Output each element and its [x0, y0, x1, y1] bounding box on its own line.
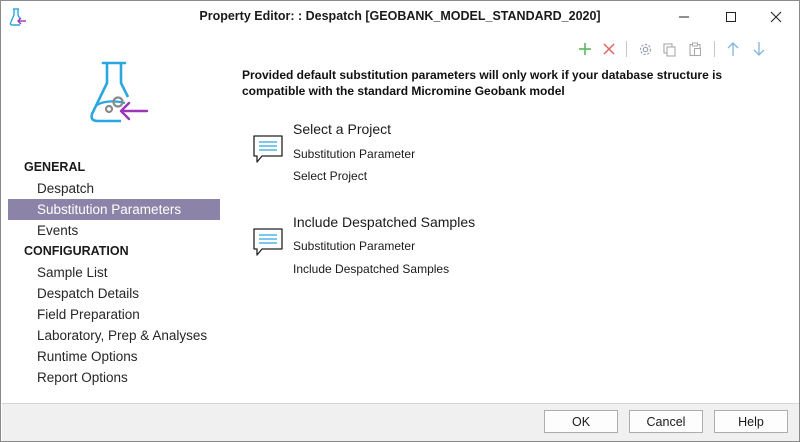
delete-button[interactable]	[599, 39, 619, 59]
sidebar-item-laboratory-prep-analyses[interactable]: Laboratory, Prep & Analyses	[8, 325, 220, 346]
param-type-label: Substitution Parameter	[293, 147, 416, 161]
move-up-button[interactable]	[723, 39, 743, 59]
param-value: Include Despatched Samples	[293, 262, 450, 276]
toolbar-separator	[714, 41, 715, 57]
close-button[interactable]	[753, 1, 799, 33]
help-button[interactable]: Help	[714, 410, 788, 433]
close-icon	[770, 11, 782, 23]
title-bar: Property Editor: : Despatch [GEOBANK_MOD…	[1, 1, 799, 33]
minimize-icon	[679, 16, 689, 18]
compatibility-notice: Provided default substitution parameters…	[242, 68, 723, 98]
copy-icon	[662, 42, 676, 57]
dialog-footer: OK Cancel Help	[2, 404, 799, 441]
ok-button[interactable]: OK	[544, 410, 618, 433]
comment-icon	[251, 133, 285, 165]
move-down-button[interactable]	[749, 39, 769, 59]
comment-icon	[251, 226, 285, 258]
add-icon	[579, 43, 591, 55]
sidebar-item-despatch[interactable]: Despatch	[8, 178, 220, 199]
minimize-button[interactable]	[661, 1, 707, 33]
param-select-project[interactable]: Select a Project Substitution Parameter …	[251, 121, 651, 191]
sidebar-item-sample-list[interactable]: Sample List	[8, 262, 220, 283]
arrow-down-icon	[753, 42, 765, 56]
add-button[interactable]	[575, 39, 595, 59]
nav-group-configuration: CONFIGURATION	[24, 244, 129, 258]
flask-logo-icon	[87, 59, 151, 129]
sidebar-item-runtime-options[interactable]: Runtime Options	[8, 346, 220, 367]
param-title: Select a Project	[293, 121, 392, 137]
settings-button[interactable]	[635, 39, 655, 59]
param-type-label: Substitution Parameter	[293, 239, 416, 253]
settings-icon	[639, 43, 651, 55]
paste-button[interactable]	[685, 39, 705, 59]
cancel-button[interactable]: Cancel	[629, 410, 703, 433]
sidebar-item-report-options[interactable]: Report Options	[8, 367, 220, 388]
sidebar-item-events[interactable]: Events	[8, 220, 220, 241]
paste-icon	[688, 42, 701, 56]
sidebar-nav: GENERAL Despatch Substitution Parameters…	[8, 157, 220, 388]
sidebar-item-despatch-details[interactable]: Despatch Details	[8, 283, 220, 304]
delete-icon	[603, 43, 615, 55]
maximize-icon	[726, 12, 736, 22]
maximize-button[interactable]	[708, 1, 754, 33]
sidebar-item-substitution-parameters[interactable]: Substitution Parameters	[8, 199, 220, 220]
property-editor-window: Property Editor: : Despatch [GEOBANK_MOD…	[0, 0, 800, 442]
toolbar-separator	[626, 41, 627, 57]
copy-button[interactable]	[659, 39, 679, 59]
sidebar-item-field-preparation[interactable]: Field Preparation	[8, 304, 220, 325]
nav-group-general: GENERAL	[24, 160, 86, 174]
arrow-up-icon	[727, 42, 739, 56]
param-value: Select Project	[293, 169, 368, 183]
param-title: Include Despatched Samples	[293, 214, 476, 230]
param-include-despatched-samples[interactable]: Include Despatched Samples Substitution …	[251, 214, 651, 284]
